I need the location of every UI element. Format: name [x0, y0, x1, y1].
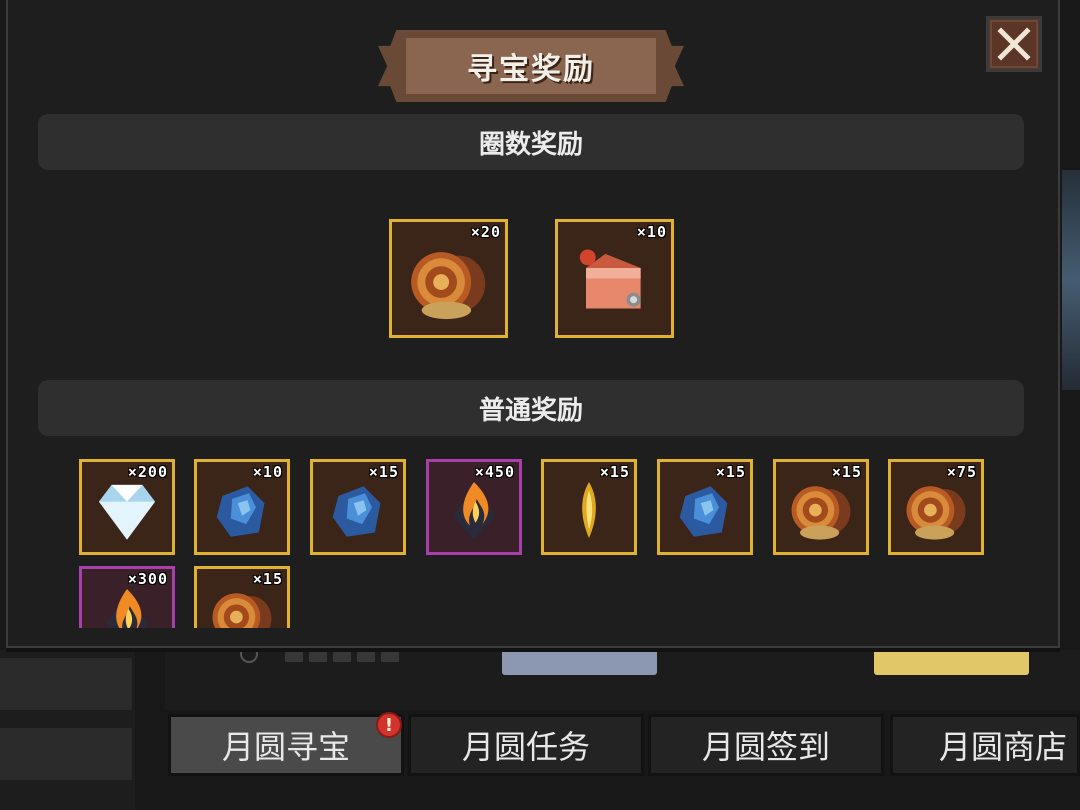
item-count: ×300 [127, 570, 168, 588]
lap-rewards-header: 圈数奖励 [38, 114, 1024, 170]
mooncake-icon [791, 485, 851, 540]
normal-reward-item-mooncake[interactable]: ×15 [773, 459, 869, 555]
tab-treasure-hunt[interactable]: 月圆寻宝 [168, 714, 404, 776]
lantern-pack-icon [580, 249, 641, 309]
item-count: ×15 [715, 463, 746, 481]
normal-reward-item-blue-ore[interactable]: ×15 [657, 459, 753, 555]
mooncake-icon [411, 251, 486, 319]
title-banner: 寻宝奖励 [378, 30, 684, 102]
close-icon [997, 27, 1031, 61]
normal-reward-item-diamond[interactable]: ×200 [79, 459, 175, 555]
item-count: ×75 [946, 463, 977, 481]
item-count: ×15 [831, 463, 862, 481]
lap-reward-item-mooncake[interactable]: ×20 [389, 219, 508, 338]
tab-shop[interactable]: 月圆商店 [890, 714, 1080, 776]
normal-reward-item-mooncake[interactable]: ×15 [194, 566, 290, 628]
normal-reward-item-flame-crystal[interactable]: ×300 [79, 566, 175, 628]
golden-feather-icon [582, 481, 596, 538]
item-count: ×15 [252, 570, 283, 588]
flame-crystal-icon [452, 481, 496, 540]
item-count: ×10 [636, 223, 667, 241]
tab-checkin[interactable]: 月圆签到 [648, 714, 884, 776]
item-count: ×10 [252, 463, 283, 481]
lap-reward-item-lantern-pack[interactable]: ×10 [555, 219, 674, 338]
mooncake-icon [212, 592, 272, 628]
background-scene [1062, 170, 1080, 390]
normal-reward-item-blue-ore[interactable]: ×10 [194, 459, 290, 555]
blue-ore-icon [332, 485, 381, 537]
diamond-icon [98, 484, 156, 540]
tab-label: 月圆商店 [939, 728, 1068, 766]
tab-missions[interactable]: 月圆任务 [408, 714, 644, 776]
normal-reward-item-golden-feather[interactable]: ×15 [541, 459, 637, 555]
mooncake-icon [906, 485, 966, 540]
background-left-panel [0, 650, 135, 810]
dialog-title: 寻宝奖励 [467, 52, 595, 87]
item-count: ×15 [368, 463, 399, 481]
item-count: ×20 [470, 223, 501, 241]
item-count: ×450 [474, 463, 515, 481]
alert-badge: ! [376, 712, 402, 738]
normal-reward-item-flame-crystal[interactable]: ×450 [426, 459, 522, 555]
normal-rewards-header: 普通奖励 [38, 380, 1024, 436]
tab-label: 月圆寻宝 [221, 728, 350, 766]
flame-crystal-icon [105, 588, 149, 628]
blue-ore-icon [216, 485, 265, 537]
tab-label: 月圆签到 [701, 728, 830, 766]
background-button-yellow [874, 645, 1029, 675]
item-count: ×200 [127, 463, 168, 481]
close-button[interactable] [986, 16, 1042, 72]
blue-ore-icon [679, 485, 728, 537]
item-count: ×15 [599, 463, 630, 481]
normal-reward-item-mooncake[interactable]: ×75 [888, 459, 984, 555]
reward-scroll-area[interactable]: ×300 ×15 [70, 560, 1030, 628]
tab-label: 月圆任务 [461, 728, 590, 766]
normal-reward-item-blue-ore[interactable]: ×15 [310, 459, 406, 555]
background-button-blue [502, 645, 657, 675]
